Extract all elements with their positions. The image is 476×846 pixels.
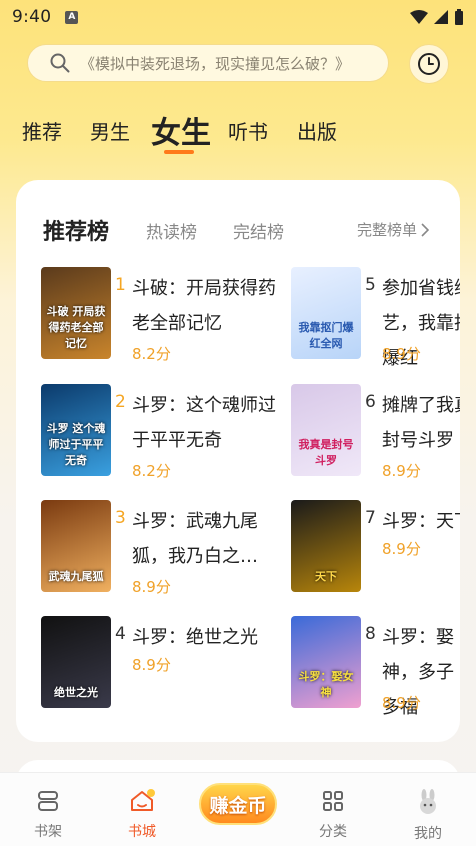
nav-label: 书架 — [34, 824, 62, 840]
book-item[interactable]: 我靠抠门爆红全网 5 参加省钱综艺，我靠抠门爆红 8.9分 — [291, 267, 460, 369]
cover-title: 斗罗：娶女神 — [298, 670, 354, 699]
signal-icon — [434, 10, 448, 24]
cover-title: 我靠抠门爆红全网 — [298, 321, 354, 350]
battery-icon — [455, 9, 463, 25]
search-placeholder: 《模拟中装死退场，现实撞见怎么破？》 — [80, 54, 351, 73]
ranking-card: 推荐榜 热读榜 完结榜 完整榜单 斗破 开局获得药老全部记忆 1 斗破：开局获得… — [16, 180, 460, 742]
nav-label: 我的 — [414, 826, 442, 842]
nav-label: 书城 — [128, 824, 156, 840]
rank-number: 8 — [365, 624, 376, 644]
search-bar[interactable]: 《模拟中装死退场，现实撞见怎么破？》 — [27, 44, 389, 82]
book-item[interactable]: 我真是封号斗罗 6 摊牌了我真是封号斗罗 8.9分 — [291, 384, 460, 480]
book-item[interactable]: 武魂九尾狐 3 斗罗：武魂九尾狐，我乃白之… 8.9分 — [41, 500, 258, 596]
nav-bookstore[interactable]: 书城 — [112, 789, 172, 841]
history-button[interactable] — [409, 44, 449, 84]
rank-tab-hot[interactable]: 热读榜 — [146, 218, 197, 243]
book-score: 8.9分 — [132, 578, 171, 596]
full-list-link[interactable]: 完整榜单 — [357, 219, 430, 240]
book-cover: 斗罗 这个魂师过于平平无奇 — [41, 384, 111, 476]
status-icons — [410, 9, 464, 25]
full-list-label: 完整榜单 — [357, 221, 418, 239]
nav-profile[interactable]: 我的 — [398, 789, 458, 843]
cover-title: 我真是封号斗罗 — [298, 438, 354, 467]
cover-title: 天下 — [315, 570, 337, 583]
rank-number: 4 — [115, 624, 126, 644]
book-score: 8.9分 — [382, 694, 421, 712]
book-item[interactable]: 斗罗：娶女神 8 斗罗：娶神，多子多福 8.9分 — [291, 616, 460, 718]
wifi-icon — [410, 10, 428, 24]
book-score: 8.9分 — [382, 462, 421, 480]
nav-bookshelf[interactable]: 书架 — [18, 789, 78, 841]
book-title: 摊牌了我真是封号斗罗 — [382, 395, 460, 451]
bottom-navigation: 书架 书城 赚金币 分类 我的 — [0, 772, 476, 846]
clock-icon — [418, 53, 440, 75]
grid-icon — [323, 791, 343, 811]
book-cover: 斗破 开局获得药老全部记忆 — [41, 267, 111, 359]
book-item[interactable]: 斗罗 这个魂师过于平平无奇 2 斗罗：这个魂师过于平平无奇 8.2分 — [41, 384, 276, 480]
cover-title: 武魂九尾狐 — [48, 570, 104, 583]
tab-male[interactable]: 男生 — [90, 116, 130, 145]
tab-audiobook[interactable]: 听书 — [228, 116, 268, 145]
rank-number: 3 — [115, 508, 126, 528]
status-bar: 9:40 A — [0, 0, 476, 34]
search-icon — [50, 53, 70, 73]
rank-number: 5 — [365, 275, 376, 295]
book-title: 斗罗：绝世之光 — [132, 627, 258, 648]
book-title: 斗罗：天下 — [382, 511, 460, 532]
ranking-tabs: 推荐榜 热读榜 完结榜 完整榜单 — [16, 214, 460, 246]
book-score: 8.9分 — [132, 656, 171, 674]
nav-label: 分类 — [319, 824, 347, 840]
category-tabs: 推荐 男生 女生 听书 出版 — [0, 108, 476, 158]
rank-number: 7 — [365, 508, 376, 528]
book-score: 8.2分 — [132, 345, 171, 363]
book-score: 8.9分 — [382, 345, 421, 363]
tab-active-indicator — [164, 150, 194, 154]
rank-number: 1 — [115, 275, 126, 295]
book-cover: 我真是封号斗罗 — [291, 384, 361, 476]
book-cover: 斗罗：娶女神 — [291, 616, 361, 708]
tab-female[interactable]: 女生 — [151, 108, 211, 152]
cover-title: 绝世之光 — [54, 686, 98, 699]
rank-tab-recommend[interactable]: 推荐榜 — [43, 214, 109, 246]
book-score: 8.9分 — [382, 540, 421, 558]
book-item[interactable]: 天下 7 斗罗：天下 8.9分 — [291, 500, 460, 592]
book-item[interactable]: 绝世之光 4 斗罗：绝世之光 8.9分 — [41, 616, 258, 708]
book-cover: 我靠抠门爆红全网 — [291, 267, 361, 359]
cover-title: 斗罗 这个魂师过于平平无奇 — [46, 422, 106, 467]
rank-number: 2 — [115, 392, 126, 412]
rank-tab-finished[interactable]: 完结榜 — [233, 218, 284, 243]
tab-published[interactable]: 出版 — [297, 116, 337, 145]
nav-category[interactable]: 分类 — [303, 789, 363, 841]
cover-title: 斗破 开局获得药老全部记忆 — [46, 305, 106, 350]
book-title: 斗破：开局获得药老全部记忆 — [132, 278, 276, 334]
chevron-right-icon — [421, 222, 430, 237]
book-score: 8.2分 — [132, 462, 171, 480]
book-item[interactable]: 斗破 开局获得药老全部记忆 1 斗破：开局获得药老全部记忆 8.2分 — [41, 267, 276, 363]
notification-icon: A — [65, 10, 79, 24]
book-cover: 天下 — [291, 500, 361, 592]
home-icon — [131, 789, 155, 811]
bookshelf-icon — [38, 791, 58, 811]
book-cover: 武魂九尾狐 — [41, 500, 111, 592]
rank-number: 6 — [365, 392, 376, 412]
status-time: 9:40 — [12, 7, 52, 27]
tab-recommend[interactable]: 推荐 — [22, 116, 62, 145]
book-title: 斗罗：这个魂师过于平平无奇 — [132, 395, 276, 451]
book-cover: 绝世之光 — [41, 616, 111, 708]
earn-coins-button[interactable]: 赚金币 — [199, 783, 277, 825]
book-title: 斗罗：武魂九尾狐，我乃白之… — [132, 511, 258, 567]
rabbit-avatar-icon — [420, 789, 436, 814]
